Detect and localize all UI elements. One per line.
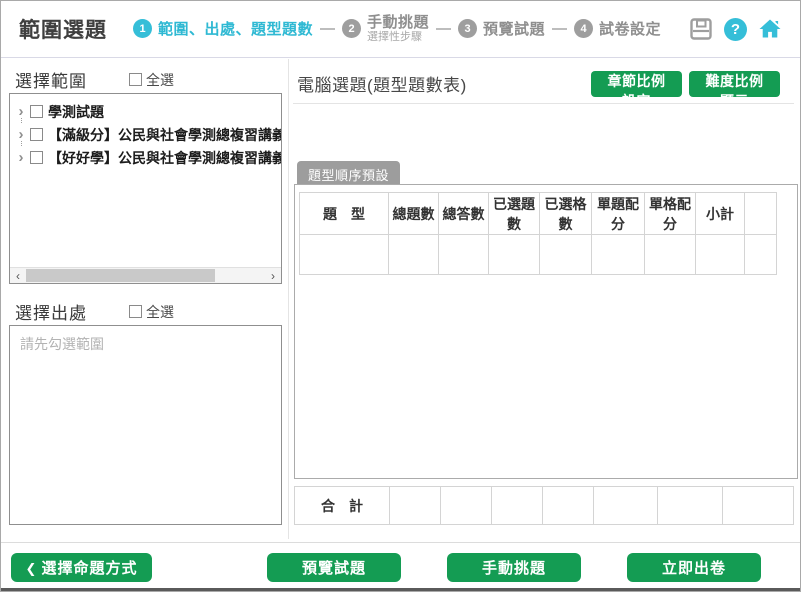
page-title: 範圍選題 bbox=[19, 14, 107, 44]
total-label: 合 計 bbox=[295, 487, 390, 525]
table-empty-row bbox=[300, 235, 777, 275]
source-select-all-label: 全選 bbox=[146, 302, 174, 322]
header: 範圍選題 1 範圍、出處、題型題數 2 手動挑題 選擇性步驟 3 預覽試題 bbox=[1, 1, 800, 58]
tree-item-exam-questions[interactable]: › 學測試題 bbox=[14, 100, 281, 123]
col-extra bbox=[745, 193, 777, 235]
range-tree-box: › 學測試題 › 【滿級分】公民與社會學測總複習講義 買 › 【好好學】公民與社… bbox=[9, 93, 282, 284]
step-2-badge: 2 bbox=[342, 19, 361, 38]
app-window: 範圍選題 1 範圍、出處、題型題數 2 手動挑題 選擇性步驟 3 預覽試題 bbox=[0, 0, 801, 592]
question-type-table-container: 題 型 總題數 總答數 已選題數 已選格數 單題配分 單格配分 小計 bbox=[294, 184, 798, 479]
step-3-preview[interactable]: 3 預覽試題 bbox=[458, 18, 545, 39]
range-select-all-label: 全選 bbox=[146, 70, 174, 90]
step-3-badge: 3 bbox=[458, 19, 477, 38]
bottom-separator bbox=[1, 542, 800, 543]
tree-item-checkbox[interactable] bbox=[30, 128, 43, 141]
source-list-box: 請先勾選範圍 bbox=[9, 325, 282, 525]
col-selected-questions: 已選題數 bbox=[489, 193, 540, 235]
scrollbar-track[interactable] bbox=[26, 268, 265, 283]
total-row: 合 計 bbox=[295, 487, 794, 525]
scrollbar-thumb[interactable] bbox=[26, 269, 215, 282]
computer-selection-title: 電腦選題(題型題數表) bbox=[297, 71, 467, 96]
tree-item-checkbox[interactable] bbox=[30, 151, 43, 164]
save-icon[interactable] bbox=[689, 17, 713, 41]
col-points-per-question: 單題配分 bbox=[592, 193, 645, 235]
step-connector bbox=[552, 28, 567, 30]
source-title: 選擇出處 bbox=[15, 299, 87, 324]
chapter-ratio-button[interactable]: 章節比例設定 bbox=[591, 71, 682, 97]
step-connector bbox=[320, 28, 335, 30]
step-1-label: 範圍、出處、題型題數 bbox=[158, 18, 313, 39]
expand-chevron-icon[interactable]: › bbox=[14, 103, 28, 120]
expand-chevron-icon[interactable]: › bbox=[14, 126, 28, 143]
source-select-all-checkbox[interactable] bbox=[129, 305, 142, 318]
col-question-type: 題 型 bbox=[300, 193, 389, 235]
source-placeholder-text: 請先勾選範圍 bbox=[20, 336, 104, 352]
range-section-header: 選擇範圍 全選 bbox=[15, 67, 174, 92]
range-select-all-checkbox[interactable] bbox=[129, 73, 142, 86]
expand-chevron-icon[interactable]: › bbox=[14, 149, 28, 166]
step-2-manual-pick[interactable]: 2 手動挑題 選擇性步驟 bbox=[342, 14, 429, 44]
col-points-per-cell: 單格配分 bbox=[645, 193, 696, 235]
tree-item-checkbox[interactable] bbox=[30, 105, 43, 118]
col-total-questions: 總題數 bbox=[389, 193, 439, 235]
step-navigation: 1 範圍、出處、題型題數 2 手動挑題 選擇性步驟 3 預覽試題 4 試卷設定 bbox=[133, 14, 661, 44]
scroll-left-icon[interactable]: ‹ bbox=[10, 268, 26, 284]
tree-item-full-score[interactable]: › 【滿級分】公民與社會學測總複習講義 買 bbox=[14, 123, 281, 146]
col-subtotal: 小計 bbox=[696, 193, 745, 235]
range-tree: › 學測試題 › 【滿級分】公民與社會學測總複習講義 買 › 【好好學】公民與社… bbox=[10, 94, 281, 169]
preview-questions-button[interactable]: 預覽試題 bbox=[267, 553, 401, 582]
horizontal-scrollbar: ‹ › bbox=[10, 267, 281, 283]
back-to-method-button[interactable]: ❮選擇命題方式 bbox=[11, 553, 152, 582]
col-selected-cells: 已選格數 bbox=[540, 193, 592, 235]
window-bottom-edge bbox=[1, 588, 800, 591]
right-panel-divider bbox=[293, 103, 794, 104]
step-1-badge: 1 bbox=[133, 19, 152, 38]
step-4-badge: 4 bbox=[574, 19, 593, 38]
generate-paper-button[interactable]: 立即出卷 bbox=[627, 553, 761, 582]
source-section-header: 選擇出處 全選 bbox=[15, 299, 174, 324]
difficulty-ratio-button[interactable]: 難度比例顯示 bbox=[689, 71, 780, 97]
step-connector bbox=[436, 28, 451, 30]
chevron-left-icon: ❮ bbox=[26, 561, 38, 576]
source-select-all[interactable]: 全選 bbox=[129, 302, 174, 322]
home-icon[interactable] bbox=[758, 17, 782, 41]
question-type-table: 題 型 總題數 總答數 已選題數 已選格數 單題配分 單格配分 小計 bbox=[299, 192, 777, 275]
total-row-table: 合 計 bbox=[294, 486, 794, 525]
range-title: 選擇範圍 bbox=[15, 67, 87, 92]
step-1-range[interactable]: 1 範圍、出處、題型題數 bbox=[133, 18, 313, 39]
tree-item-study-well[interactable]: › 【好好學】公民與社會學測總複習講義 買 bbox=[14, 146, 281, 169]
manual-pick-button[interactable]: 手動挑題 bbox=[447, 553, 581, 582]
step-3-label: 預覽試題 bbox=[483, 18, 545, 39]
step-2-label: 手動挑題 bbox=[367, 14, 429, 31]
step-4-paper-settings[interactable]: 4 試卷設定 bbox=[574, 18, 661, 39]
scroll-right-icon[interactable]: › bbox=[265, 268, 281, 284]
help-icon[interactable]: ? bbox=[724, 18, 747, 41]
column-divider bbox=[288, 59, 289, 539]
header-icons: ? bbox=[689, 17, 782, 41]
step-2-sublabel: 選擇性步驟 bbox=[367, 31, 429, 44]
table-header-row: 題 型 總題數 總答數 已選題數 已選格數 單題配分 單格配分 小計 bbox=[300, 193, 777, 235]
step-4-label: 試卷設定 bbox=[599, 18, 661, 39]
range-select-all[interactable]: 全選 bbox=[129, 70, 174, 90]
col-total-answers: 總答數 bbox=[439, 193, 489, 235]
